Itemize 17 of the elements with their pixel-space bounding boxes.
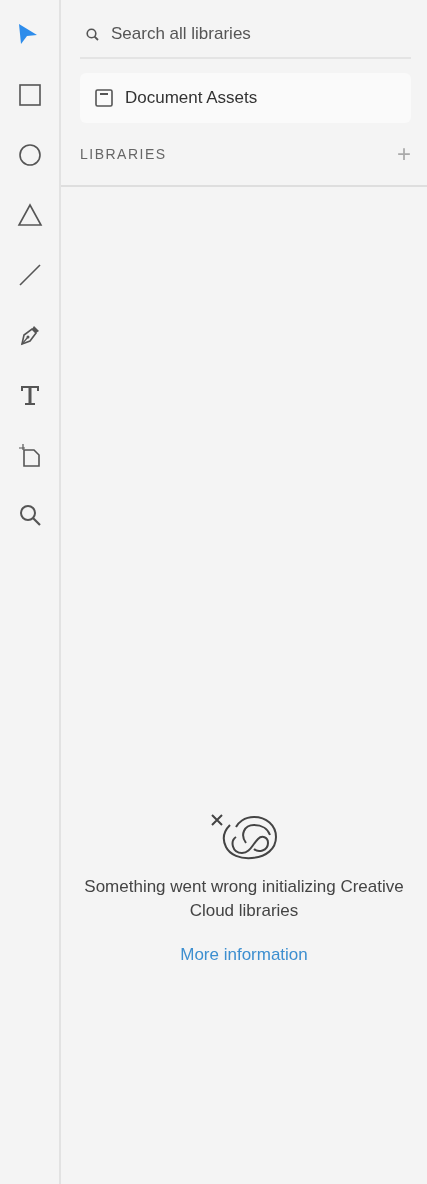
section-title: LIBRARIES: [80, 146, 167, 162]
search-icon: [86, 27, 99, 41]
broken-cloud-icon: [210, 813, 278, 861]
document-assets-item[interactable]: Document Assets: [80, 73, 411, 123]
search-icon[interactable]: [18, 504, 41, 526]
error-message: Something went wrong initializing Creative Cloud libraries: [83, 876, 405, 922]
line-icon[interactable]: [18, 264, 41, 286]
triangle-icon[interactable]: [18, 204, 41, 226]
more-information-link[interactable]: More information: [180, 945, 308, 965]
circle-icon[interactable]: [18, 144, 41, 166]
pen-nib-icon[interactable]: [18, 324, 41, 346]
add-button[interactable]: +: [397, 140, 411, 168]
text-icon[interactable]: [18, 384, 41, 406]
document-icon: [95, 89, 113, 107]
square-icon[interactable]: [18, 84, 41, 106]
search-field[interactable]: Search all libraries: [111, 24, 371, 44]
artboard-icon[interactable]: [18, 444, 41, 466]
